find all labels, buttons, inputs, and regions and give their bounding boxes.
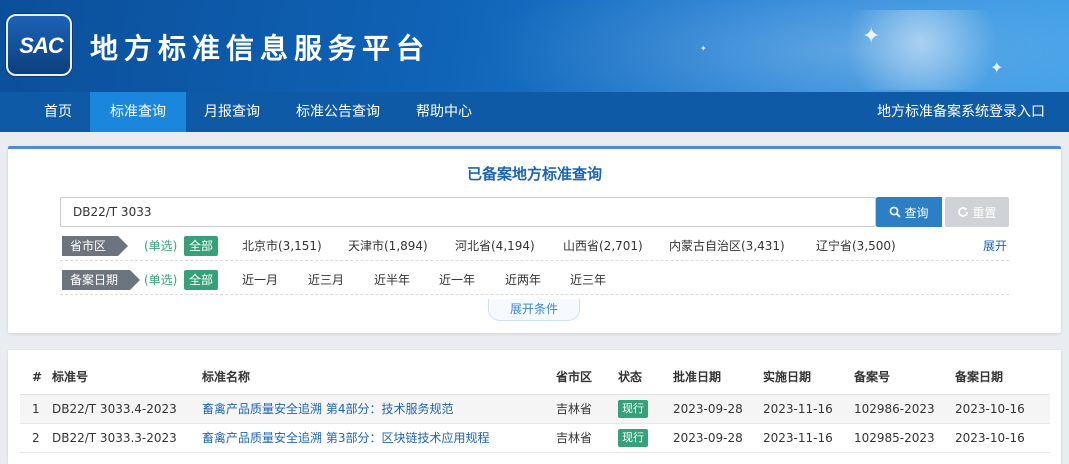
region-all-option[interactable]: 全部 <box>184 236 219 256</box>
nav-announcement-query[interactable]: 标准公告查询 <box>278 92 398 132</box>
row-index: 1 <box>20 394 52 424</box>
row-approve-date: 2023-09-28 <box>673 394 763 424</box>
table-row: 2 DB22/T 3033.3-2023 畜禽产品质量安全追溯 第3部分：区块链… <box>20 423 1050 453</box>
table-row: 1 DB22/T 3033.4-2023 畜禽产品质量安全追溯 第4部分：技术服… <box>20 394 1050 424</box>
table-header-row: # 标准号 标准名称 省市区 状态 批准日期 实施日期 备案号 备案日期 <box>20 360 1050 395</box>
sparkle-icon: ✦ <box>700 44 707 53</box>
row-index: 2 <box>20 423 52 453</box>
search-button[interactable]: 查询 <box>876 197 942 227</box>
sparkle-icon: ✦ <box>862 24 881 49</box>
main-nav: 首页 标准查询 月报查询 标准公告查询 帮助中心 地方标准备案系统登录入口 <box>0 92 1069 132</box>
row-region: 吉林省 <box>556 394 618 424</box>
date-option[interactable]: 近三年 <box>570 270 606 290</box>
reset-button[interactable]: 重置 <box>945 197 1009 227</box>
nav-home[interactable]: 首页 <box>26 92 90 132</box>
region-option[interactable]: 天津市(1,894) <box>348 236 428 256</box>
date-all-option[interactable]: 全部 <box>184 270 219 290</box>
row-region: 吉林省 <box>556 423 618 453</box>
search-input[interactable] <box>60 197 876 227</box>
reset-button-label: 重置 <box>972 205 997 220</box>
region-option[interactable]: 河北省(4,194) <box>455 236 535 256</box>
row-approve-date: 2023-09-28 <box>673 423 763 453</box>
region-option[interactable]: 山西省(2,701) <box>563 236 643 256</box>
date-option[interactable]: 近三月 <box>308 270 344 290</box>
status-badge: 现行 <box>618 399 648 418</box>
site-title: 地方标准信息服务平台 <box>90 32 431 65</box>
date-option[interactable]: 近半年 <box>374 270 410 290</box>
site-banner: SAC 地方标准信息服务平台 ✦ ✦ ✦ <box>0 0 1069 92</box>
col-header-code[interactable]: 标准号 <box>52 360 202 395</box>
sparkle-icon: ✦ <box>990 58 1004 77</box>
col-header-approve-date[interactable]: 批准日期 <box>673 360 763 395</box>
search-row: 查询 重置 <box>60 197 1009 227</box>
nav-monthly-query[interactable]: 月报查询 <box>186 92 278 132</box>
row-standard-name-link[interactable]: 畜禽产品质量安全追溯 第4部分：技术服务规范 <box>202 402 453 416</box>
row-implement-date: 2023-11-16 <box>763 394 854 424</box>
region-option[interactable]: 北京市(3,151) <box>242 236 322 256</box>
search-icon <box>890 206 902 218</box>
region-option[interactable]: 内蒙古自治区(3,431) <box>669 236 785 256</box>
region-filter-label: 省市区 <box>62 236 129 256</box>
date-option[interactable]: 近一月 <box>242 270 278 290</box>
col-header-index: # <box>20 360 52 395</box>
search-button-label: 查询 <box>904 205 929 220</box>
col-header-record-date[interactable]: 备案日期 <box>955 360 1050 395</box>
date-filter-label: 备案日期 <box>62 270 141 290</box>
region-expand-link[interactable]: 展开 <box>983 236 1007 256</box>
row-standard-code: DB22/T 3033.4-2023 <box>52 394 202 424</box>
nav-standard-query[interactable]: 标准查询 <box>90 92 186 132</box>
date-filter-row: 备案日期 (单选) 全部 近一月 近三月 近半年 近一年 近两年 近三年 <box>60 269 1009 295</box>
row-record-date: 2023-10-16 <box>955 423 1050 453</box>
sac-logo[interactable]: SAC <box>6 14 72 76</box>
date-single-select-hint: (单选) <box>144 273 178 287</box>
region-filter-row: 省市区 (单选) 全部 北京市(3,151) 天津市(1,894) 河北省(4,… <box>60 235 1009 261</box>
search-card-title: 已备案地方标准查询 <box>466 165 602 183</box>
search-card: 已备案地方标准查询 查询 重置 省市区 (单选) 全部 北京市(3,151) 天… <box>8 146 1061 333</box>
expand-conditions-button[interactable]: 展开条件 <box>488 299 580 321</box>
region-option[interactable]: 辽宁省(3,500) <box>816 236 896 256</box>
refresh-icon <box>958 207 969 217</box>
logo-text: SAC <box>19 33 63 58</box>
row-record-no: 102985-2023 <box>854 423 955 453</box>
row-implement-date: 2023-11-16 <box>763 423 854 453</box>
status-badge: 现行 <box>618 428 648 447</box>
col-header-name[interactable]: 标准名称 <box>202 360 556 395</box>
nav-system-login-link[interactable]: 地方标准备案系统登录入口 <box>877 92 1045 132</box>
col-header-status[interactable]: 状态 <box>618 360 673 395</box>
date-option[interactable]: 近一年 <box>439 270 475 290</box>
region-single-select-hint: (单选) <box>144 239 178 253</box>
row-standard-name-link[interactable]: 畜禽产品质量安全追溯 第3部分：区块链技术应用规程 <box>202 431 489 445</box>
row-record-date: 2023-10-16 <box>955 394 1050 424</box>
date-option[interactable]: 近两年 <box>505 270 541 290</box>
row-record-no: 102986-2023 <box>854 394 955 424</box>
row-standard-code: DB22/T 3033.3-2023 <box>52 423 202 453</box>
results-table: # 标准号 标准名称 省市区 状态 批准日期 实施日期 备案号 备案日期 1 D… <box>20 360 1050 453</box>
col-header-record-no[interactable]: 备案号 <box>854 360 955 395</box>
col-header-region[interactable]: 省市区 <box>556 360 618 395</box>
results-table-container: # 标准号 标准名称 省市区 状态 批准日期 实施日期 备案号 备案日期 1 D… <box>8 350 1061 464</box>
col-header-implement-date[interactable]: 实施日期 <box>763 360 854 395</box>
nav-help-center[interactable]: 帮助中心 <box>398 92 490 132</box>
